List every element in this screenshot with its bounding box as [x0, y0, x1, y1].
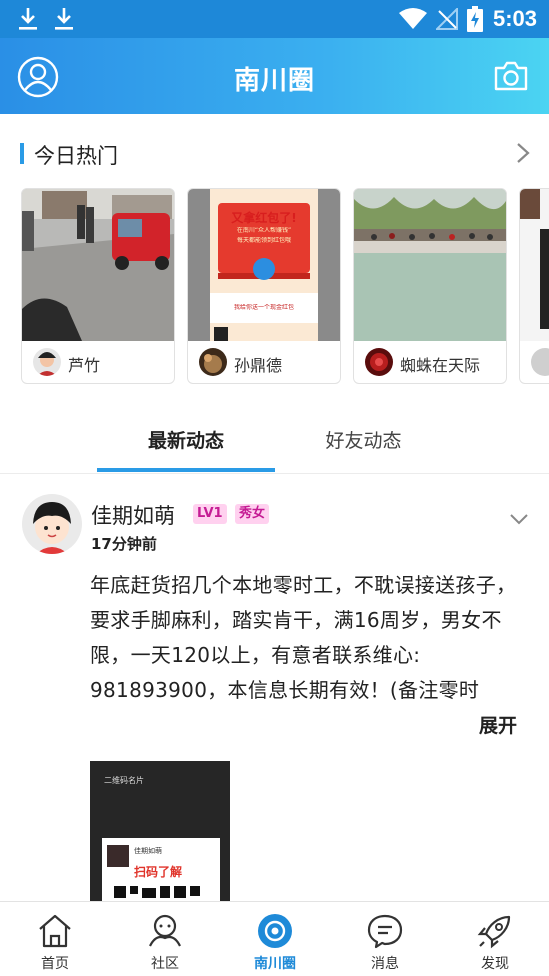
nav-label: 社区 [151, 956, 179, 972]
tab-latest[interactable]: 最新动态 [97, 426, 275, 453]
download-icon [19, 8, 37, 30]
avatar [199, 348, 227, 376]
avatar [365, 348, 393, 376]
hot-card-image [520, 189, 549, 341]
hot-card-image [22, 189, 174, 341]
nav-label: 首页 [41, 956, 69, 972]
hot-section-header[interactable]: 今日热门 [0, 132, 549, 174]
battery-charging-icon [467, 6, 483, 32]
image-card-name: 佳期如萌 [134, 847, 162, 855]
download-icon [55, 8, 73, 30]
chat-icon [367, 914, 403, 949]
status-bar: 5:03 [0, 0, 549, 38]
nav-label: 发现 [481, 956, 509, 972]
chevron-right-icon[interactable] [515, 142, 531, 164]
home-icon [39, 914, 71, 948]
image-scan-text: 扫码了解 [134, 865, 183, 879]
hot-card-footer: 蜘蛛在天际 [354, 341, 506, 383]
chevron-down-icon[interactable] [509, 512, 529, 526]
poster-text: 又拿红包了! [231, 211, 297, 225]
community-icon [149, 914, 181, 947]
nav-nanchuan[interactable]: 南川圈 [220, 902, 330, 976]
poster-text: 每天都能领到红包哦 [236, 237, 291, 244]
camera-icon[interactable] [493, 60, 529, 92]
hot-card-footer: 芦竹 [22, 341, 174, 383]
feed-post: 佳期如萌 LV1 秀女 17分钟前 年底赶货招几个本地零时工，不耽误接送孩子，要… [0, 474, 549, 902]
hot-card[interactable] [519, 188, 549, 384]
expand-button[interactable]: 展开 [479, 711, 517, 738]
nav-discover[interactable]: 发现 [440, 902, 549, 976]
nav-label: 消息 [371, 956, 399, 972]
poster-text: 我给你送一个现金红包 [233, 304, 294, 311]
feed-tabs: 最新动态 好友动态 [0, 404, 549, 474]
hot-card-image [354, 189, 506, 341]
post-author-name[interactable]: 佳期如萌 [91, 500, 175, 530]
nav-label: 南川圈 [254, 956, 296, 972]
hot-card[interactable]: 又拿红包了! 在南川“众人帮赚钱” 每天都能领到红包哦 我给你送一个现金红包 孙… [187, 188, 341, 384]
post-image[interactable]: 二维码名片 佳期如萌 扫码了解 [90, 761, 230, 902]
level-badge: LV1 [193, 504, 227, 524]
hot-card-username: 蜘蛛在天际 [400, 356, 481, 375]
rocket-icon [477, 915, 511, 949]
hot-card[interactable]: 蜘蛛在天际 [353, 188, 507, 384]
poster-text: 在南川“众人帮赚钱” [236, 227, 292, 234]
hot-card-footer [520, 341, 549, 383]
nav-messages[interactable]: 消息 [330, 902, 440, 976]
post-timestamp: 17分钟前 [91, 535, 157, 553]
no-signal-icon [436, 8, 458, 30]
hot-card-footer: 孙鼎德 [188, 341, 340, 383]
bottom-nav: 首页 社区 南川圈 消息 发现 [0, 901, 549, 976]
active-tab-indicator [97, 468, 275, 472]
image-header-text: 二维码名片 [104, 776, 144, 785]
clock: 5:03 [492, 6, 537, 31]
hot-card-username: 孙鼎德 [234, 356, 283, 375]
tab-friends[interactable]: 好友动态 [276, 426, 451, 453]
wifi-icon [399, 8, 427, 29]
avatar [33, 348, 61, 376]
nav-home[interactable]: 首页 [0, 902, 110, 976]
section-accent-bar [20, 143, 24, 164]
hot-card[interactable]: 芦竹 [21, 188, 175, 384]
post-text: 年底赶货招几个本地零时工，不耽误接送孩子，要求手脚麻利，踏实肯干，满16周岁，男… [90, 573, 517, 702]
nanchuan-circle-icon [258, 914, 292, 948]
hot-card-username: 芦竹 [68, 356, 101, 375]
avatar [531, 348, 549, 376]
page-title: 南川圈 [233, 66, 315, 96]
hot-section-title: 今日热门 [34, 144, 118, 168]
app-header: 南川圈 [0, 38, 549, 114]
nav-community[interactable]: 社区 [110, 902, 220, 976]
tag-badge: 秀女 [235, 504, 270, 524]
avatar[interactable] [22, 494, 82, 554]
hot-cards-row: 芦竹 又拿红包了! 在南川“众人帮赚钱” 每天都能领到红包哦 我给你送一个现金红… [0, 188, 549, 386]
